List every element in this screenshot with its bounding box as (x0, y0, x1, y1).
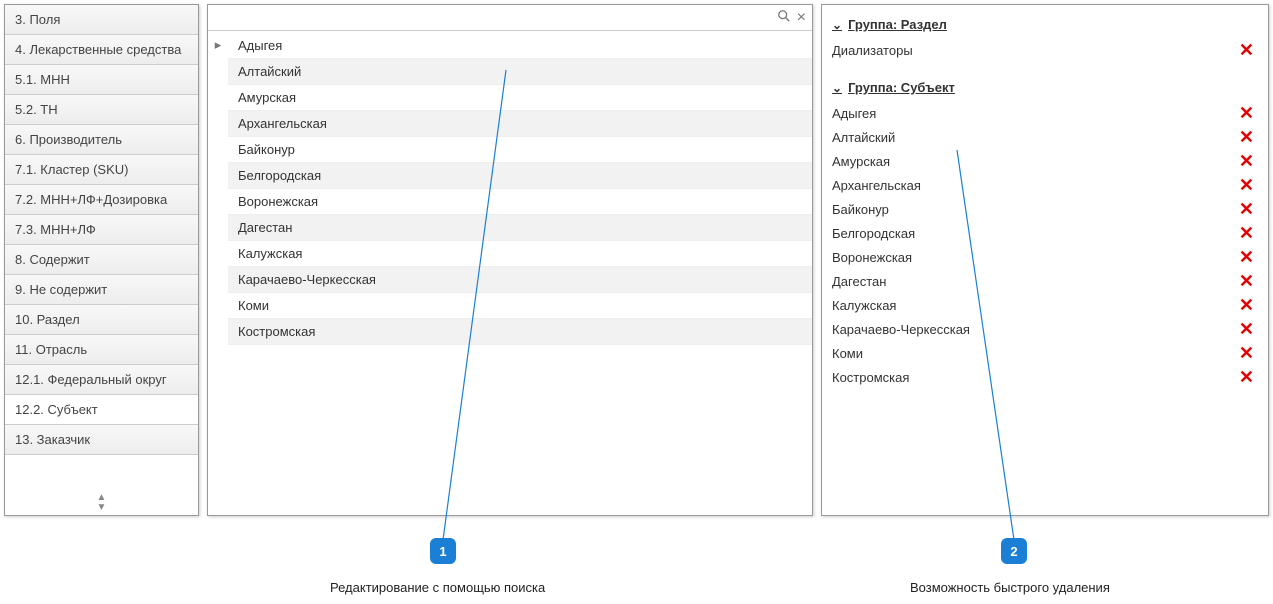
selected-item-label: Коми (832, 346, 863, 361)
group-title: Группа: Субъект (848, 80, 955, 95)
selected-item-label: Адыгея (832, 106, 876, 121)
sidebar-item[interactable]: 8. Содержит (5, 245, 198, 275)
delete-icon[interactable]: ✕ (1235, 248, 1258, 266)
selected-item-label: Диализаторы (832, 43, 913, 58)
region-list-item[interactable]: Воронежская (228, 189, 812, 215)
delete-icon[interactable]: ✕ (1235, 41, 1258, 59)
delete-icon[interactable]: ✕ (1235, 128, 1258, 146)
selected-item: Архангельская ✕ (832, 173, 1258, 197)
selected-item-label: Дагестан (832, 274, 886, 289)
region-list-item[interactable]: Алтайский (228, 59, 812, 85)
chevron-down-icon: ⌄ (832, 18, 842, 32)
selected-item: Костромская ✕ (832, 365, 1258, 389)
filter-category-list: 3. Поля4. Лекарственные средства5.1. МНН… (5, 5, 198, 491)
callout-number: 1 (439, 544, 446, 559)
selected-item: Коми ✕ (832, 341, 1258, 365)
search-icon[interactable] (777, 9, 791, 26)
callout-badge-1: 1 (430, 538, 456, 564)
selected-item-label: Воронежская (832, 250, 912, 265)
sidebar-item[interactable]: 13. Заказчик (5, 425, 198, 455)
selected-item-label: Байконур (832, 202, 889, 217)
clear-search-icon[interactable]: × (797, 9, 806, 27)
region-list-item[interactable]: Амурская (228, 85, 812, 111)
selected-item-label: Алтайский (832, 130, 895, 145)
selection-panel: ⌄ Группа: Раздел Диализаторы ✕ ⌄ Группа: Субъ… (821, 4, 1269, 516)
sidebar-spinner: ▲ ▼ (5, 491, 198, 515)
search-bar: × (208, 5, 812, 31)
region-list-item[interactable]: Белгородская (228, 163, 812, 189)
region-list-item[interactable]: Карачаево-Черкесская (228, 267, 812, 293)
sidebar-item[interactable]: 5.1. МНН (5, 65, 198, 95)
selected-item: Диализаторы ✕ (832, 38, 1258, 62)
region-list: АдыгеяАлтайскийАмурскаяАрхангельскаяБайк… (228, 31, 812, 515)
region-list-item[interactable]: Дагестан (228, 215, 812, 241)
group-title: Группа: Раздел (848, 17, 947, 32)
selected-item: Амурская ✕ (832, 149, 1258, 173)
region-list-item[interactable]: Адыгея (228, 33, 812, 59)
delete-icon[interactable]: ✕ (1235, 344, 1258, 362)
delete-icon[interactable]: ✕ (1235, 272, 1258, 290)
sidebar-item[interactable]: 4. Лекарственные средства (5, 35, 198, 65)
selected-item-label: Карачаево-Черкесская (832, 322, 970, 337)
callout-number: 2 (1010, 544, 1017, 559)
selected-item: Дагестан ✕ (832, 269, 1258, 293)
sidebar-item[interactable]: 7.3. МНН+ЛФ (5, 215, 198, 245)
delete-icon[interactable]: ✕ (1235, 152, 1258, 170)
selected-item: Воронежская ✕ (832, 245, 1258, 269)
delete-icon[interactable]: ✕ (1235, 200, 1258, 218)
selected-item-label: Костромская (832, 370, 909, 385)
selected-item: Адыгея ✕ (832, 101, 1258, 125)
sidebar-item[interactable]: 11. Отрасль (5, 335, 198, 365)
expand-toggle-icon[interactable]: ▸ (208, 31, 228, 515)
delete-icon[interactable]: ✕ (1235, 224, 1258, 242)
sidebar-item[interactable]: 5.2. ТН (5, 95, 198, 125)
sidebar-item[interactable]: 12.1. Федеральный округ (5, 365, 198, 395)
selected-item-label: Архангельская (832, 178, 921, 193)
region-list-item[interactable]: Калужская (228, 241, 812, 267)
sidebar-item[interactable]: 12.2. Субъект (5, 395, 198, 425)
chevron-down-icon: ⌄ (832, 81, 842, 95)
selected-item-label: Белгородская (832, 226, 915, 241)
region-list-item[interactable]: Архангельская (228, 111, 812, 137)
delete-icon[interactable]: ✕ (1235, 104, 1258, 122)
callout-label-1: Редактирование с помощью поиска (330, 580, 545, 595)
filter-category-sidebar: 3. Поля4. Лекарственные средства5.1. МНН… (4, 4, 199, 516)
sidebar-item[interactable]: 7.2. МНН+ЛФ+Дозировка (5, 185, 198, 215)
sidebar-item[interactable]: 10. Раздел (5, 305, 198, 335)
selected-item-label: Калужская (832, 298, 896, 313)
region-list-item[interactable]: Байконур (228, 137, 812, 163)
selected-item-label: Амурская (832, 154, 890, 169)
scroll-down-icon[interactable]: ▼ (5, 503, 198, 513)
callout-label-2: Возможность быстрого удаления (910, 580, 1110, 595)
group-header[interactable]: ⌄ Группа: Раздел (832, 13, 1258, 38)
delete-icon[interactable]: ✕ (1235, 368, 1258, 386)
group-header[interactable]: ⌄ Группа: Субъект (832, 76, 1258, 101)
selected-item: Карачаево-Черкесская ✕ (832, 317, 1258, 341)
sidebar-item[interactable]: 7.1. Кластер (SKU) (5, 155, 198, 185)
callout-badge-2: 2 (1001, 538, 1027, 564)
delete-icon[interactable]: ✕ (1235, 320, 1258, 338)
region-list-item[interactable]: Костромская (228, 319, 812, 345)
delete-icon[interactable]: ✕ (1235, 296, 1258, 314)
selected-item: Байконур ✕ (832, 197, 1258, 221)
sidebar-item[interactable]: 9. Не содержит (5, 275, 198, 305)
selected-item: Калужская ✕ (832, 293, 1258, 317)
selected-item: Алтайский ✕ (832, 125, 1258, 149)
sidebar-item[interactable]: 6. Производитель (5, 125, 198, 155)
sidebar-item[interactable]: 3. Поля (5, 5, 198, 35)
selected-item: Белгородская ✕ (832, 221, 1258, 245)
delete-icon[interactable]: ✕ (1235, 176, 1258, 194)
search-results-panel: × ▸ АдыгеяАлтайскийАмурскаяАрхангельская… (207, 4, 813, 516)
region-list-item[interactable]: Коми (228, 293, 812, 319)
